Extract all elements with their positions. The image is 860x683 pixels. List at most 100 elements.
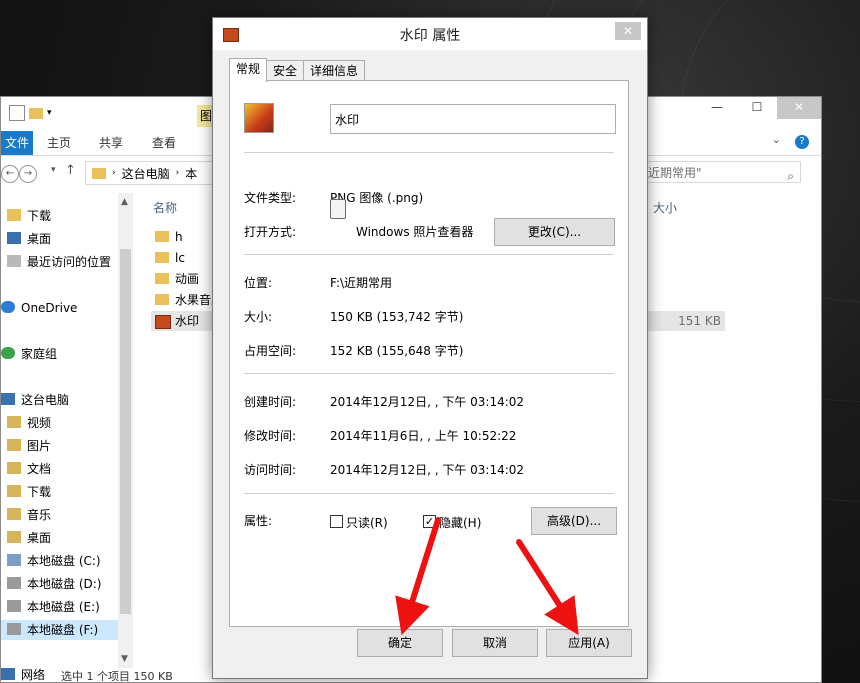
file-name: 水印 bbox=[175, 314, 200, 328]
nav-item-drive-d[interactable]: 本地磁盘 (D:) bbox=[7, 574, 101, 594]
document-folder-icon bbox=[7, 462, 21, 474]
file-size: 151 KB bbox=[678, 314, 721, 328]
file-name: lc bbox=[175, 251, 185, 265]
hidden-checkbox[interactable]: ✓ bbox=[423, 515, 436, 528]
scroll-down-icon[interactable]: ▼ bbox=[121, 654, 128, 664]
column-header-name[interactable]: 名称 bbox=[153, 199, 177, 216]
photo-viewer-icon bbox=[330, 199, 346, 219]
nav-label: 文档 bbox=[27, 462, 52, 476]
nav-item-music[interactable]: 音乐 bbox=[7, 505, 51, 525]
nav-item-pictures[interactable]: 图片 bbox=[7, 436, 51, 456]
properties-icon[interactable] bbox=[9, 105, 25, 121]
hidden-label[interactable]: 隐藏(H) bbox=[439, 514, 481, 531]
readonly-label[interactable]: 只读(R) bbox=[346, 514, 388, 531]
size-on-disk-label: 占用空间: bbox=[244, 344, 297, 358]
navigation-scrollbar[interactable]: ▲ ▼ bbox=[118, 193, 133, 668]
nav-item-onedrive[interactable]: OneDrive bbox=[1, 298, 77, 318]
forward-button[interactable]: → bbox=[19, 165, 37, 183]
created-label: 创建时间: bbox=[244, 395, 297, 409]
chevron-down-icon[interactable]: ▾ bbox=[47, 108, 52, 118]
close-button[interactable]: ✕ bbox=[615, 22, 641, 40]
dialog-titlebar: 水印 属性 ✕ bbox=[213, 18, 647, 50]
search-placeholder: 近期常用" bbox=[648, 166, 702, 180]
nav-item-recent-places[interactable]: 最近访问的位置 bbox=[7, 252, 111, 272]
nav-item-desktop[interactable]: 桌面 bbox=[7, 229, 51, 249]
apply-button[interactable]: 应用(A) bbox=[546, 629, 632, 657]
picture-folder-icon bbox=[7, 439, 21, 451]
nav-label: 本地磁盘 (D:) bbox=[27, 577, 102, 591]
search-icon[interactable]: ⌕ bbox=[787, 165, 794, 187]
divider bbox=[244, 493, 614, 495]
breadcrumb-this-pc[interactable]: 这台电脑 bbox=[122, 165, 170, 182]
file-name-field[interactable] bbox=[330, 104, 616, 134]
nav-item-documents[interactable]: 文档 bbox=[7, 459, 51, 479]
change-button[interactable]: 更改(C)... bbox=[494, 218, 615, 246]
cancel-button[interactable]: 取消 bbox=[452, 629, 538, 657]
nav-item-this-pc[interactable]: 这台电脑 bbox=[1, 390, 69, 410]
help-icon[interactable]: ? bbox=[795, 135, 809, 149]
size-label: 大小: bbox=[244, 310, 273, 324]
nav-label: 桌面 bbox=[27, 531, 52, 545]
readonly-checkbox[interactable] bbox=[330, 515, 343, 528]
attributes-label: 属性: bbox=[244, 514, 273, 528]
tab-details[interactable]: 详细信息 bbox=[303, 60, 366, 81]
nav-item-downloads[interactable]: 下载 bbox=[7, 206, 51, 226]
recent-locations-icon[interactable]: ▾ bbox=[51, 165, 56, 175]
back-button[interactable]: ← bbox=[1, 165, 19, 183]
ribbon-expand-icon[interactable]: ⌄ bbox=[772, 133, 781, 146]
ok-button[interactable]: 确定 bbox=[357, 629, 443, 657]
minimize-button[interactable]: — bbox=[697, 97, 737, 119]
breadcrumb-partial[interactable]: 本 bbox=[185, 165, 197, 182]
nav-item-videos[interactable]: 视频 bbox=[7, 413, 51, 433]
recent-places-icon bbox=[7, 255, 21, 267]
scroll-up-icon[interactable]: ▲ bbox=[121, 197, 128, 207]
download-folder-icon bbox=[7, 485, 21, 497]
onedrive-cloud-icon bbox=[1, 301, 15, 313]
location-value: F:\近期常用 bbox=[330, 276, 393, 290]
file-type-label: 文件类型: bbox=[244, 191, 297, 205]
close-button[interactable]: ✕ bbox=[777, 97, 821, 119]
nav-label: 本地磁盘 (F:) bbox=[27, 623, 99, 637]
tab-general[interactable]: 常规 bbox=[229, 58, 268, 82]
tab-file[interactable]: 文件 bbox=[1, 131, 33, 155]
nav-label: 图片 bbox=[27, 439, 52, 453]
nav-label: 最近访问的位置 bbox=[27, 255, 112, 269]
baidu-watermark: Baidu 经验 bbox=[664, 605, 820, 638]
accessed-value: 2014年12月12日, , 下午 03:14:02 bbox=[330, 463, 525, 477]
nav-item-desktop-pc[interactable]: 桌面 bbox=[7, 528, 51, 548]
dialog-title: 水印 属性 bbox=[399, 28, 461, 44]
nav-item-drive-e[interactable]: 本地磁盘 (E:) bbox=[7, 597, 100, 617]
address-bar[interactable]: › 这台电脑 › 本 bbox=[85, 161, 223, 185]
up-button[interactable]: ↑ bbox=[65, 163, 76, 178]
image-file-icon bbox=[244, 103, 274, 133]
nav-label: 音乐 bbox=[27, 508, 52, 522]
nav-item-downloads-pc[interactable]: 下载 bbox=[7, 482, 51, 502]
tab-home[interactable]: 主页 bbox=[47, 131, 71, 155]
desktop-icon bbox=[7, 232, 21, 244]
tab-security[interactable]: 安全 bbox=[266, 60, 305, 81]
computer-icon bbox=[1, 393, 15, 405]
modified-label: 修改时间: bbox=[244, 429, 297, 443]
column-header-size[interactable]: 大小 bbox=[653, 199, 677, 216]
location-label: 位置: bbox=[244, 276, 273, 290]
maximize-button[interactable]: ☐ bbox=[737, 97, 777, 119]
open-with-label: 打开方式: bbox=[244, 225, 297, 239]
nav-label: 本地磁盘 (C:) bbox=[27, 554, 101, 568]
folder-icon[interactable] bbox=[29, 107, 43, 119]
divider bbox=[244, 254, 614, 256]
advanced-button[interactable]: 高级(D)... bbox=[531, 507, 617, 535]
download-folder-icon bbox=[7, 209, 21, 221]
nav-label: OneDrive bbox=[21, 301, 78, 315]
folder-icon bbox=[155, 273, 169, 284]
windows-drive-icon bbox=[7, 554, 21, 566]
tab-view[interactable]: 查看 bbox=[152, 131, 176, 155]
file-name: h bbox=[175, 230, 183, 244]
file-name: 动画 bbox=[175, 272, 200, 286]
search-input[interactable]: 近期常用" ⌕ bbox=[641, 161, 801, 183]
nav-item-homegroup[interactable]: 家庭组 bbox=[1, 344, 57, 364]
nav-item-drive-f[interactable]: 本地磁盘 (F:) bbox=[1, 620, 118, 640]
properties-dialog: 水印 属性 ✕ 常规 安全 详细信息 文件类型: PNG 图像 (.png) 打… bbox=[212, 17, 648, 679]
nav-item-drive-c[interactable]: 本地磁盘 (C:) bbox=[7, 551, 101, 571]
scrollbar-thumb[interactable] bbox=[120, 249, 131, 614]
tab-share[interactable]: 共享 bbox=[99, 131, 123, 155]
